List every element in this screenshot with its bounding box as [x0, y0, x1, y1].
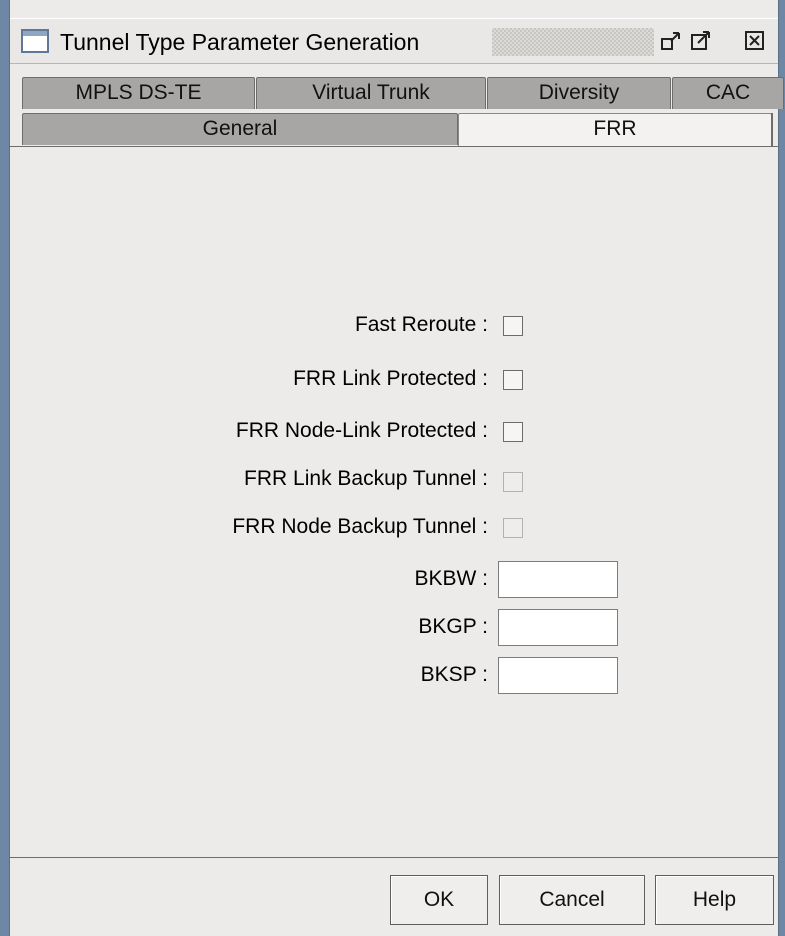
cancel-button[interactable]: Cancel	[499, 875, 645, 925]
window-title: Tunnel Type Parameter Generation	[60, 29, 420, 55]
frr-node-backup-tunnel-checkbox[interactable]	[503, 518, 523, 538]
frr-node-link-protected-label: FRR Node-Link Protected :	[235, 419, 488, 442]
tab-diversity[interactable]: Diversity	[487, 77, 671, 109]
tab-virtual-trunk[interactable]: Virtual Trunk	[256, 77, 486, 109]
tab-general[interactable]: General	[22, 113, 458, 145]
dialog-window: Tunnel Type Parameter Generation MPLS DS…	[9, 0, 784, 936]
bksp-input[interactable]	[498, 657, 618, 694]
tab-frr[interactable]: FRR	[458, 113, 772, 147]
close-icon[interactable]	[744, 30, 766, 52]
bksp-label: BKSP :	[420, 663, 488, 686]
tab-mpls-ds-te[interactable]: MPLS DS-TE	[22, 77, 255, 109]
frr-panel	[10, 146, 778, 858]
frr-link-protected-checkbox[interactable]	[503, 370, 523, 390]
title-bar[interactable]: Tunnel Type Parameter Generation	[10, 18, 778, 64]
title-bar-grip	[492, 28, 654, 56]
frr-node-link-protected-checkbox[interactable]	[503, 422, 523, 442]
ok-button[interactable]: OK	[390, 875, 488, 925]
frr-link-protected-label: FRR Link Protected :	[293, 367, 488, 390]
bkgp-input[interactable]	[498, 609, 618, 646]
bkbw-input[interactable]	[498, 561, 618, 598]
fast-reroute-label: Fast Reroute :	[354, 313, 488, 336]
frr-node-backup-tunnel-label: FRR Node Backup Tunnel :	[232, 515, 488, 538]
window-icon	[21, 29, 49, 53]
frr-link-backup-tunnel-label: FRR Link Backup Tunnel :	[244, 467, 488, 490]
tab-cac[interactable]: CAC	[672, 77, 784, 109]
fast-reroute-checkbox[interactable]	[503, 316, 523, 336]
minimize-restore-icon[interactable]	[660, 30, 682, 52]
tab-frr-edge	[771, 113, 773, 147]
frr-link-backup-tunnel-checkbox[interactable]	[503, 472, 523, 492]
maximize-icon[interactable]	[690, 30, 712, 52]
bkbw-label: BKBW :	[414, 567, 488, 590]
help-button[interactable]: Help	[655, 875, 774, 925]
bkgp-label: BKGP :	[418, 615, 488, 638]
